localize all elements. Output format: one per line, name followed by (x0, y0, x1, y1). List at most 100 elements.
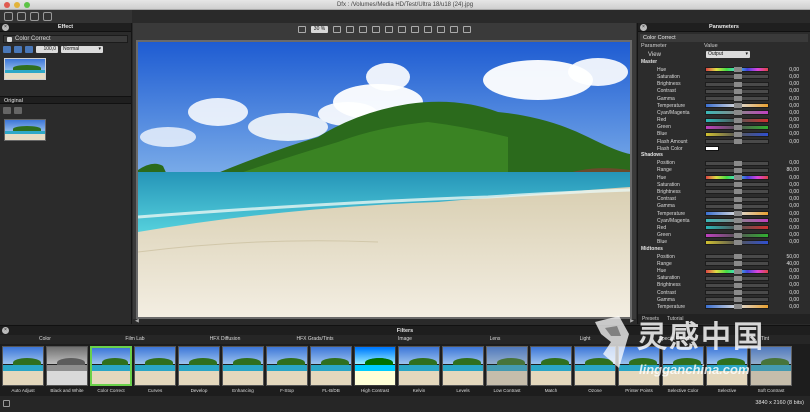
slider-knob[interactable] (734, 203, 742, 209)
filter-tile[interactable]: Printer Points (618, 346, 660, 394)
param-group-shadows[interactable]: Shadows (638, 152, 810, 159)
param-value[interactable]: 0,00 (769, 275, 799, 281)
slider-knob[interactable] (734, 254, 742, 260)
horizontal-scrollbar[interactable]: ◀ ▶ (133, 318, 636, 324)
param-value[interactable]: 0,00 (769, 304, 799, 310)
paint-icon[interactable] (14, 107, 22, 114)
slider-knob[interactable] (734, 81, 742, 87)
filter-tile[interactable]: Black and White (46, 346, 88, 394)
slider-knob[interactable] (734, 275, 742, 281)
param-slider[interactable] (705, 160, 769, 166)
slider-knob[interactable] (734, 290, 742, 296)
snapshot-icon[interactable] (437, 26, 446, 33)
slider-knob[interactable] (734, 110, 742, 116)
slider-knob[interactable] (734, 96, 742, 102)
param-slider[interactable] (705, 218, 769, 224)
param-value[interactable]: 0,00 (769, 74, 799, 80)
filter-tile[interactable]: FL-B/DB (310, 346, 352, 394)
side-by-side-icon[interactable] (398, 26, 407, 33)
mask-icon[interactable] (30, 12, 39, 21)
mask-brush-icon[interactable] (25, 46, 33, 53)
view-select[interactable]: Output (706, 51, 750, 58)
split-view-icon[interactable] (385, 26, 394, 33)
param-slider[interactable] (705, 261, 769, 267)
param-value[interactable]: 0,00 (769, 88, 799, 94)
effect-layer-thumbnail[interactable] (4, 58, 46, 80)
slider-knob[interactable] (734, 232, 742, 238)
param-value[interactable]: 0,00 (769, 211, 799, 217)
filter-category-tab[interactable]: Film Lab (90, 335, 180, 344)
param-slider[interactable] (705, 211, 769, 217)
filter-tile[interactable]: Ozone (574, 346, 616, 394)
filter-tile[interactable]: Kelvin (398, 346, 440, 394)
param-value[interactable]: 0,00 (769, 225, 799, 231)
crop-icon[interactable] (17, 12, 26, 21)
param-slider[interactable] (705, 110, 769, 116)
param-value[interactable]: 0,00 (769, 67, 799, 73)
close-icon[interactable]: × (640, 24, 647, 31)
slider-knob[interactable] (734, 117, 742, 123)
param-value[interactable]: 80,00 (769, 167, 799, 173)
histogram-icon[interactable] (463, 26, 472, 33)
param-value[interactable]: 0,00 (769, 139, 799, 145)
param-value[interactable]: 0,00 (769, 239, 799, 245)
param-slider[interactable] (705, 268, 769, 274)
param-slider[interactable] (705, 175, 769, 181)
filter-tile[interactable]: Develop (178, 346, 220, 394)
param-value[interactable]: 0,00 (769, 103, 799, 109)
param-value[interactable]: 0,00 (769, 96, 799, 102)
param-slider[interactable] (705, 167, 769, 173)
param-value[interactable]: 0,00 (769, 189, 799, 195)
paint-icon[interactable] (14, 46, 22, 53)
param-slider[interactable] (705, 74, 769, 80)
slider-knob[interactable] (734, 160, 742, 166)
slider-knob[interactable] (734, 88, 742, 94)
filter-tile[interactable]: Soft Contrast (750, 346, 792, 394)
filter-tile[interactable]: High Contrast (354, 346, 396, 394)
param-slider[interactable] (705, 67, 769, 73)
opacity-field[interactable]: 100,0 (36, 46, 58, 53)
zoom-in-icon[interactable] (297, 26, 306, 33)
filter-tile[interactable]: Color Correct (90, 346, 132, 394)
slider-knob[interactable] (734, 196, 742, 202)
filter-tile[interactable]: F-Stop (266, 346, 308, 394)
layer-mask-icon[interactable] (3, 107, 11, 114)
param-value[interactable]: 0,00 (769, 297, 799, 303)
filter-tile[interactable]: Curves (134, 346, 176, 394)
refresh-icon[interactable] (4, 12, 13, 21)
close-icon[interactable]: × (2, 327, 9, 334)
param-value[interactable]: 0,00 (769, 282, 799, 288)
param-value[interactable]: 0,00 (769, 131, 799, 137)
param-value[interactable]: 0,00 (769, 232, 799, 238)
param-slider[interactable] (705, 239, 769, 245)
param-slider[interactable] (705, 88, 769, 94)
param-slider[interactable] (705, 304, 769, 310)
tab-tutorial[interactable]: Tutorial (667, 314, 684, 324)
param-value[interactable]: 0,00 (769, 203, 799, 209)
slider-knob[interactable] (734, 131, 742, 137)
filter-tile[interactable]: Auto Adjust (2, 346, 44, 394)
filter-tile[interactable]: Enhancing (222, 346, 264, 394)
param-slider[interactable] (705, 232, 769, 238)
param-slider[interactable] (705, 182, 769, 188)
color-swatch[interactable] (705, 146, 719, 152)
slider-knob[interactable] (734, 103, 742, 109)
filter-category-tab[interactable]: HFX Grads/Tints (270, 335, 360, 344)
filter-tile[interactable]: Low Contrast (486, 346, 528, 394)
param-value[interactable]: 0,00 (769, 182, 799, 188)
slider-knob[interactable] (734, 175, 742, 181)
param-group-midtones[interactable]: Midtones (638, 246, 810, 253)
filter-tile[interactable]: Selective Color (662, 346, 704, 394)
slider-knob[interactable] (734, 74, 742, 80)
param-value[interactable]: 0,00 (769, 110, 799, 116)
param-slider[interactable] (705, 275, 769, 281)
filter-category-tab[interactable]: HFX Diffusion (180, 335, 270, 344)
slider-knob[interactable] (734, 218, 742, 224)
filter-tile[interactable]: Selective (706, 346, 748, 394)
slider-knob[interactable] (734, 139, 742, 145)
original-layer-thumbnail[interactable] (4, 119, 46, 141)
param-value[interactable]: 0,00 (769, 81, 799, 87)
fit-to-window-icon[interactable] (346, 26, 355, 33)
param-slider[interactable] (705, 290, 769, 296)
slider-knob[interactable] (734, 297, 742, 303)
